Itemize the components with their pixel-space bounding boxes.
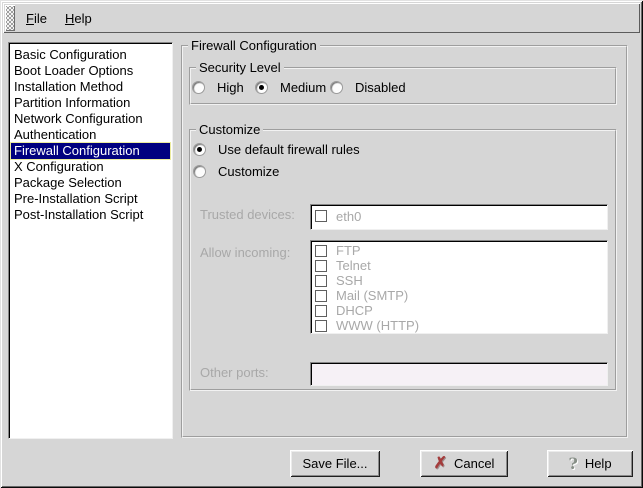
radio-checked-icon (193, 143, 206, 156)
sidebar-item-authentication[interactable]: Authentication (11, 127, 170, 143)
radio-checked-icon (255, 81, 268, 94)
sidebar-item-package-selection[interactable]: Package Selection (11, 175, 170, 191)
checkbox-label: SSH (336, 273, 363, 288)
menu-bar: File Help (3, 3, 640, 33)
checkbox-icon[interactable] (315, 320, 327, 332)
radio-customize[interactable]: Customize (193, 164, 279, 179)
help-question-icon: ? (568, 456, 577, 472)
save-file-button[interactable]: Save File... (290, 450, 380, 477)
checkbox-icon[interactable] (315, 210, 327, 222)
radio-icon (193, 165, 206, 178)
allow-incoming-list: FTP Telnet SSH Mail (SMTP) DHCP WWW (HTT… (310, 240, 608, 334)
radio-label: Customize (218, 164, 279, 179)
allow-incoming-dhcp-row[interactable]: DHCP (315, 303, 607, 318)
sidebar-item-pre-installation-script[interactable]: Pre-Installation Script (11, 191, 170, 207)
trusted-device-eth0-row[interactable]: eth0 (315, 207, 607, 225)
checkbox-icon[interactable] (315, 290, 327, 302)
radio-use-default-firewall-rules[interactable]: Use default firewall rules (193, 142, 360, 157)
sidebar-item-installation-method[interactable]: Installation Method (11, 79, 170, 95)
firewall-configuration-frame-title: Firewall Configuration (188, 38, 320, 54)
help-button[interactable]: ? Help (547, 450, 633, 477)
checkbox-label: FTP (336, 243, 361, 258)
radio-security-disabled[interactable]: Disabled (330, 80, 406, 95)
other-ports-label: Other ports: (200, 365, 269, 381)
radio-label: Medium (280, 80, 326, 95)
menu-file[interactable]: File (17, 8, 56, 29)
security-level-frame-title: Security Level (196, 60, 284, 76)
allow-incoming-mail-smtp-row[interactable]: Mail (SMTP) (315, 288, 607, 303)
cancel-button[interactable]: ✗ Cancel (420, 450, 508, 477)
radio-security-high[interactable]: High (192, 80, 244, 95)
customize-frame-title: Customize (196, 122, 263, 138)
checkbox-label: Telnet (336, 258, 371, 273)
sidebar-item-network-configuration[interactable]: Network Configuration (11, 111, 170, 127)
checkbox-icon[interactable] (315, 275, 327, 287)
radio-label: Use default firewall rules (218, 142, 360, 157)
allow-incoming-ssh-row[interactable]: SSH (315, 273, 607, 288)
checkbox-label: Mail (SMTP) (336, 288, 408, 303)
menubar-drag-handle[interactable] (5, 5, 15, 31)
checkbox-label: DHCP (336, 303, 373, 318)
radio-icon (330, 81, 343, 94)
sidebar-item-boot-loader-options[interactable]: Boot Loader Options (11, 63, 170, 79)
other-ports-input[interactable] (310, 362, 608, 386)
checkbox-icon[interactable] (315, 305, 327, 317)
trusted-devices-list: eth0 (310, 204, 608, 230)
cancel-button-label: Cancel (454, 456, 494, 471)
sidebar-item-basic-configuration[interactable]: Basic Configuration (11, 47, 170, 63)
checkbox-icon[interactable] (315, 260, 327, 272)
radio-security-medium[interactable]: Medium (255, 80, 326, 95)
kickstart-configurator-window: File Help Basic Configuration Boot Loade… (0, 0, 643, 488)
sidebar-item-partition-information[interactable]: Partition Information (11, 95, 170, 111)
sidebar-item-firewall-configuration[interactable]: Firewall Configuration (11, 143, 170, 159)
category-list: Basic Configuration Boot Loader Options … (8, 42, 173, 439)
menu-help[interactable]: Help (56, 8, 101, 29)
allow-incoming-www-http-row[interactable]: WWW (HTTP) (315, 318, 607, 333)
checkbox-label: eth0 (336, 209, 361, 224)
trusted-devices-label: Trusted devices: (200, 207, 295, 223)
radio-label: Disabled (355, 80, 406, 95)
sidebar-item-post-installation-script[interactable]: Post-Installation Script (11, 207, 170, 223)
sidebar-item-x-configuration[interactable]: X Configuration (11, 159, 170, 175)
allow-incoming-label: Allow incoming: (200, 245, 290, 261)
menu-items: File Help (17, 3, 101, 33)
save-file-button-label: Save File... (302, 456, 367, 471)
checkbox-icon[interactable] (315, 245, 327, 257)
help-button-label: Help (585, 456, 612, 471)
checkbox-label: WWW (HTTP) (336, 318, 419, 333)
radio-label: High (217, 80, 244, 95)
allow-incoming-telnet-row[interactable]: Telnet (315, 258, 607, 273)
radio-icon (192, 81, 205, 94)
cancel-x-icon: ✗ (434, 456, 447, 472)
allow-incoming-ftp-row[interactable]: FTP (315, 243, 607, 258)
